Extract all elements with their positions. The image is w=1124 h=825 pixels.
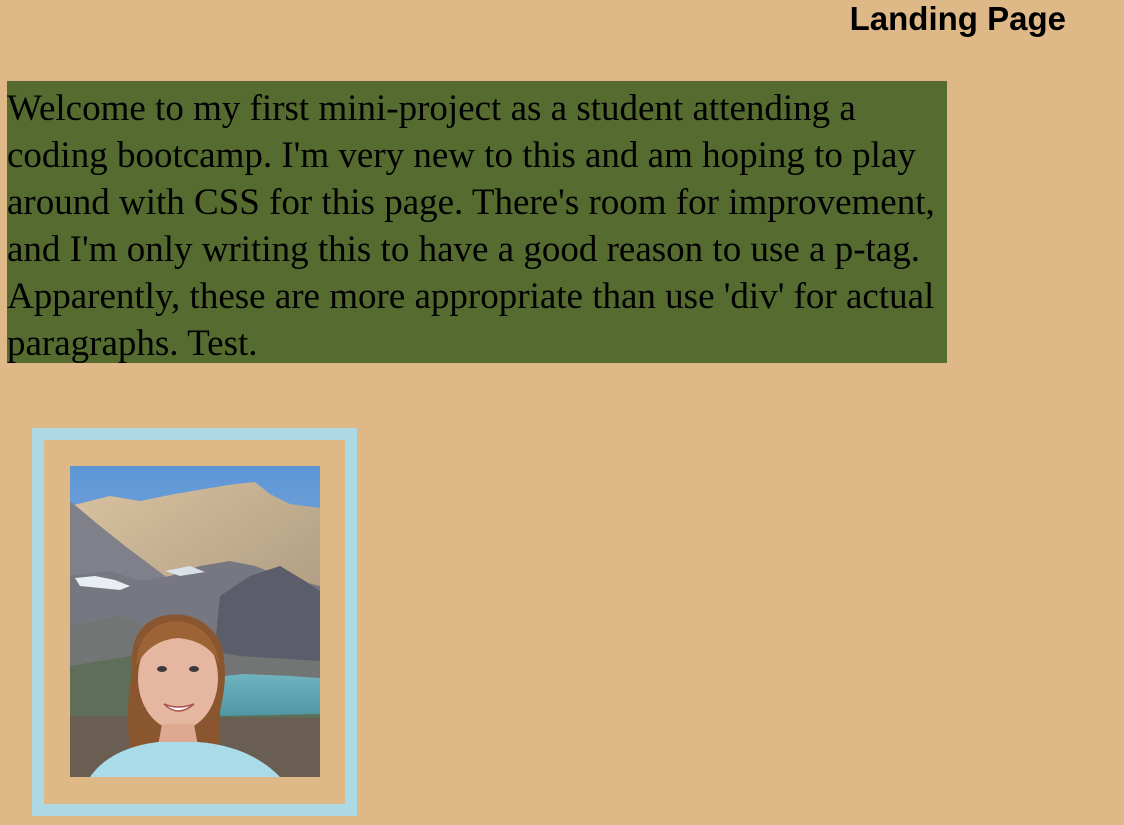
intro-paragraph: Welcome to my first mini-project as a st… (7, 81, 947, 364)
page-title: Landing Page (849, 0, 1066, 37)
photo-frame (32, 428, 357, 816)
profile-photo (70, 466, 320, 777)
